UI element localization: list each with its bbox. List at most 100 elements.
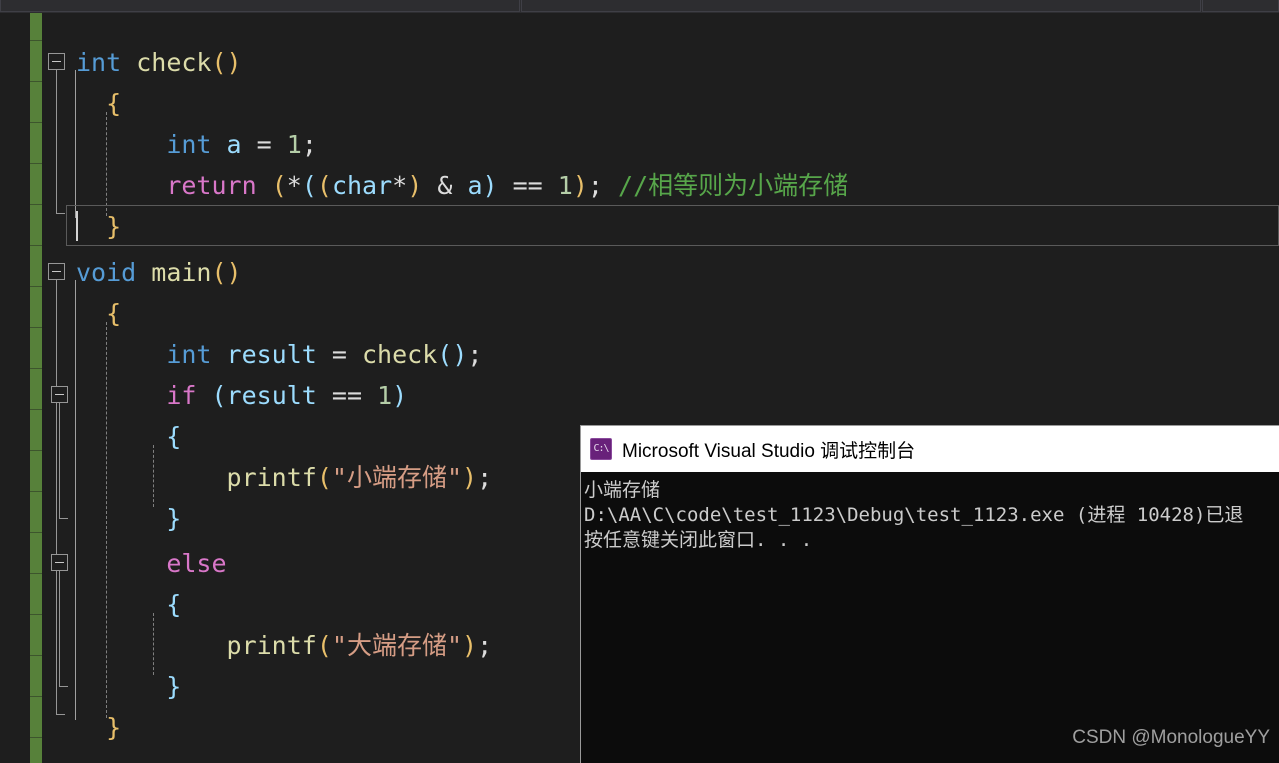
- code-token: else: [166, 549, 227, 578]
- code-token: ;: [301, 130, 317, 159]
- debug-console-window[interactable]: C:\ Microsoft Visual Studio 调试控制台 小端存储 D:…: [580, 425, 1279, 763]
- code-token: if: [166, 381, 197, 410]
- code-line[interactable]: }: [76, 206, 121, 247]
- code-token: ;: [587, 171, 619, 200]
- code-token: printf: [226, 463, 317, 492]
- code-token: =: [241, 130, 287, 159]
- code-line[interactable]: return (*((char*) & a) == 1); //相等则为小端存储: [76, 165, 848, 206]
- code-token: (: [316, 631, 332, 660]
- code-token: (): [437, 340, 468, 369]
- code-token: printf: [226, 631, 317, 660]
- code-token: int: [166, 340, 212, 369]
- code-line[interactable]: {: [76, 584, 181, 625]
- code-token: ): [482, 171, 498, 200]
- code-token: {: [76, 89, 122, 118]
- visual-studio-navigation-bar: [0, 0, 1279, 13]
- nav-dropdown-scope[interactable]: [0, 0, 520, 12]
- console-output: 小端存储 D:\AA\C\code\test_1123\Debug\test_11…: [581, 472, 1279, 553]
- code-line[interactable]: {: [76, 293, 121, 334]
- code-token: "大端存储": [331, 631, 462, 660]
- code-token: 1: [286, 130, 302, 159]
- code-line[interactable]: if (result == 1): [76, 375, 407, 416]
- code-token: int: [166, 130, 212, 159]
- code-token: (: [271, 171, 287, 200]
- code-token: }: [76, 713, 122, 742]
- code-token: result: [226, 381, 317, 410]
- code-token: =: [316, 340, 362, 369]
- code-token: a: [467, 171, 483, 200]
- console-output-line: 按任意键关闭此窗口. . .: [584, 529, 813, 551]
- code-line[interactable]: printf("大端存储");: [76, 625, 493, 666]
- code-token: ;: [467, 340, 483, 369]
- code-line[interactable]: }: [76, 666, 181, 707]
- nav-dropdown-extra[interactable]: [1202, 0, 1279, 12]
- code-token: ;: [477, 463, 493, 492]
- code-token: return: [166, 171, 257, 200]
- code-token: ==: [316, 381, 378, 410]
- code-token: (: [316, 463, 332, 492]
- console-window-title: Microsoft Visual Studio 调试控制台: [622, 440, 916, 462]
- code-token: ): [462, 463, 478, 492]
- code-line[interactable]: int result = check();: [76, 334, 482, 375]
- code-token: //相等则为小端存储: [618, 171, 849, 200]
- code-line[interactable]: void main(): [76, 252, 242, 293]
- code-token: int: [76, 48, 122, 77]
- code-token: }: [76, 212, 122, 241]
- code-token: a: [226, 130, 242, 159]
- code-token: ): [572, 171, 588, 200]
- code-token: ): [392, 381, 408, 410]
- code-token: ): [462, 631, 478, 660]
- code-token: 1: [557, 171, 573, 200]
- code-line[interactable]: printf("小端存储");: [76, 457, 493, 498]
- code-token: check: [362, 340, 438, 369]
- console-title-bar[interactable]: C:\ Microsoft Visual Studio 调试控制台: [581, 426, 1279, 472]
- code-token: check: [136, 48, 212, 77]
- code-token: void: [76, 258, 137, 287]
- code-token: ==: [497, 171, 558, 200]
- code-token: &: [422, 171, 468, 200]
- code-line[interactable]: {: [76, 83, 121, 124]
- code-line[interactable]: int a = 1;: [76, 124, 317, 165]
- code-token: *: [286, 171, 302, 200]
- nav-dropdown-member[interactable]: [521, 0, 1201, 12]
- code-token: *: [392, 171, 408, 200]
- code-token: }: [76, 672, 182, 701]
- code-token: char: [331, 171, 393, 200]
- code-token: (: [211, 381, 227, 410]
- code-token: (: [301, 171, 317, 200]
- code-token: ;: [477, 631, 493, 660]
- code-token: {: [76, 299, 122, 328]
- code-token: result: [226, 340, 317, 369]
- code-token: ): [407, 171, 423, 200]
- console-output-line: 小端存储: [584, 479, 661, 501]
- code-line[interactable]: {: [76, 416, 181, 457]
- code-line[interactable]: }: [76, 707, 121, 748]
- csdn-watermark: CSDN @MonologueYY: [1072, 727, 1270, 748]
- code-token: }: [76, 504, 182, 533]
- code-line[interactable]: else: [76, 543, 227, 584]
- code-token: (: [316, 171, 332, 200]
- code-token: {: [76, 590, 182, 619]
- code-token: (): [211, 48, 242, 77]
- code-line[interactable]: int check(): [76, 42, 242, 83]
- code-line[interactable]: }: [76, 498, 181, 539]
- code-token: {: [76, 422, 182, 451]
- code-token: "小端存储": [331, 463, 462, 492]
- console-output-line: D:\AA\C\code\test_1123\Debug\test_1123.e…: [584, 504, 1244, 526]
- console-app-icon: C:\: [590, 438, 612, 460]
- code-token: 1: [377, 381, 393, 410]
- code-token: (): [211, 258, 242, 287]
